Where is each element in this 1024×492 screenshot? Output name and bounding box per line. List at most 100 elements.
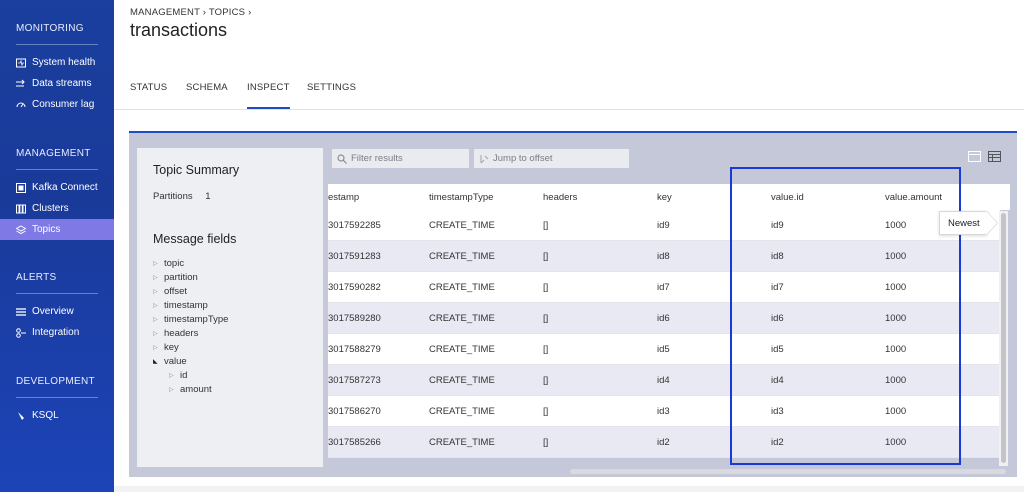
overview-icon (16, 307, 26, 316)
field-value-amount[interactable]: ▷ amount (169, 384, 212, 395)
newest-tooltip: Newest (939, 211, 987, 235)
cell-value-id: id3 (771, 405, 784, 417)
cell-value-amount: 1000 (885, 405, 907, 417)
field-timestamptype[interactable]: ▷ timestampType (153, 314, 228, 325)
field-value[interactable]: ◣ value (153, 356, 187, 367)
cell-timestamptype: CREATE_TIME (429, 374, 495, 386)
cell-headers: [] (543, 250, 549, 262)
caret-right-icon: ▷ (153, 303, 158, 309)
sidebar-item-topics[interactable]: Topics (0, 219, 114, 240)
cell-value-amount: 1000 (885, 436, 907, 448)
field-timestamp[interactable]: ▷ timestamp (153, 300, 208, 311)
tab-schema[interactable]: SCHEMA (186, 82, 228, 109)
field-offset[interactable]: ▷ offset (153, 286, 187, 297)
jump-to-offset-input[interactable]: Jump to offset (474, 149, 629, 168)
table-row[interactable]: 3017589280 CREATE_TIME [] id6 id6 1000 (328, 303, 1000, 334)
chevron-right-icon: › (248, 7, 252, 18)
table-row[interactable]: 3017588279 CREATE_TIME [] id5 id5 1000 (328, 334, 1000, 365)
cell-value-id: id4 (771, 374, 784, 386)
column-header-timestamp[interactable]: estamp (328, 184, 359, 210)
breadcrumb-management[interactable]: MANAGEMENT (130, 7, 200, 18)
table-row[interactable]: 3017591283 CREATE_TIME [] id8 id8 1000 (328, 241, 1000, 272)
section-title-development: DEVELOPMENT (16, 376, 95, 387)
sidebar-item-clusters[interactable]: Clusters (0, 198, 114, 219)
sidebar-item-integration[interactable]: Integration (0, 322, 114, 343)
table-header: estamp timestampType headers key value.i… (328, 184, 1010, 210)
cell-timestamp: 3017592285 (328, 219, 381, 231)
sidebar-item-system-health[interactable]: System health (0, 52, 114, 73)
cell-headers: [] (543, 405, 549, 417)
topic-summary-card: Topic Summary Partitions 1 Message field… (137, 148, 323, 467)
sidebar-item-overview[interactable]: Overview (0, 301, 114, 322)
cell-key: id5 (657, 343, 670, 355)
tab-settings[interactable]: SETTINGS (307, 82, 356, 109)
filter-results-input[interactable]: Filter results (332, 149, 469, 168)
tab-status[interactable]: STATUS (130, 82, 167, 109)
sidebar-item-label: Kafka Connect (32, 182, 98, 193)
cell-value-amount: 1000 (885, 250, 907, 262)
cell-timestamptype: CREATE_TIME (429, 436, 495, 448)
field-partition[interactable]: ▷ partition (153, 272, 198, 283)
section-divider (16, 44, 98, 45)
caret-right-icon: ▷ (153, 275, 158, 281)
cell-value-amount: 1000 (885, 312, 907, 324)
jump-placeholder: Jump to offset (493, 153, 553, 164)
table-row[interactable]: 3017592285 CREATE_TIME [] id9 id9 1000 (328, 210, 1000, 241)
caret-right-icon: ▷ (153, 331, 158, 337)
tooltip-arrow (986, 211, 997, 235)
section-divider (16, 169, 98, 170)
sidebar-item-ksql[interactable]: KSQL (0, 405, 114, 426)
cell-value-id: id5 (771, 343, 784, 355)
table-row[interactable]: 3017585266 CREATE_TIME [] id2 id2 1000 (328, 427, 1000, 458)
cell-timestamp: 3017588279 (328, 343, 381, 355)
caret-down-icon: ◣ (153, 359, 158, 365)
cell-headers: [] (543, 281, 549, 293)
table-row[interactable]: 3017586270 CREATE_TIME [] id3 id3 1000 (328, 396, 1000, 427)
section-title-monitoring: MONITORING (16, 23, 84, 34)
cell-timestamptype: CREATE_TIME (429, 405, 495, 417)
sidebar-item-data-streams[interactable]: Data streams (0, 73, 114, 94)
scrollbar-thumb[interactable] (1001, 213, 1006, 463)
caret-right-icon: ▷ (169, 373, 174, 379)
field-value-id[interactable]: ▷ id (169, 370, 187, 381)
caret-right-icon: ▷ (153, 345, 158, 351)
sidebar-item-consumer-lag[interactable]: Consumer lag (0, 94, 114, 115)
cell-value-id: id2 (771, 436, 784, 448)
column-header-key[interactable]: key (657, 184, 672, 210)
topic-summary-title: Topic Summary (153, 163, 240, 177)
page-title: transactions (130, 20, 228, 40)
horizontal-scrollbar[interactable] (570, 469, 1006, 474)
topics-icon (16, 224, 26, 234)
column-header-value-amount[interactable]: value.amount (885, 184, 942, 210)
cell-value-id: id6 (771, 312, 784, 324)
cell-timestamp: 3017589280 (328, 312, 381, 324)
cell-key: id9 (657, 219, 670, 231)
cell-key: id8 (657, 250, 670, 262)
vertical-scrollbar[interactable] (999, 211, 1008, 466)
column-header-timestamptype[interactable]: timestampType (429, 184, 493, 210)
field-key[interactable]: ▷ key (153, 342, 179, 353)
cell-key: id6 (657, 312, 670, 324)
sidebar-item-label: Clusters (32, 203, 69, 214)
table-view-icon[interactable] (988, 151, 1001, 162)
caret-right-icon: ▷ (169, 387, 174, 393)
column-header-value-id[interactable]: value.id (771, 184, 804, 210)
cell-timestamptype: CREATE_TIME (429, 250, 495, 262)
column-header-headers[interactable]: headers (543, 184, 577, 210)
system-health-icon (16, 58, 26, 67)
sidebar-item-kafka-connect[interactable]: Kafka Connect (0, 177, 114, 198)
field-topic[interactable]: ▷ topic (153, 258, 184, 269)
caret-right-icon: ▷ (153, 317, 158, 323)
cell-value-amount: 1000 (885, 343, 907, 355)
card-view-icon[interactable] (968, 151, 981, 162)
caret-right-icon: ▷ (153, 261, 158, 267)
tab-inspect[interactable]: INSPECT (247, 82, 290, 109)
sidebar-item-label: Integration (32, 327, 80, 338)
field-headers[interactable]: ▷ headers (153, 328, 198, 339)
table-row[interactable]: 3017590282 CREATE_TIME [] id7 id7 1000 (328, 272, 1000, 303)
breadcrumb-topics[interactable]: TOPICS (209, 7, 245, 18)
cell-headers: [] (543, 436, 549, 448)
table-row[interactable]: 3017587273 CREATE_TIME [] id4 id4 1000 (328, 365, 1000, 396)
cell-headers: [] (543, 343, 549, 355)
cell-key: id7 (657, 281, 670, 293)
